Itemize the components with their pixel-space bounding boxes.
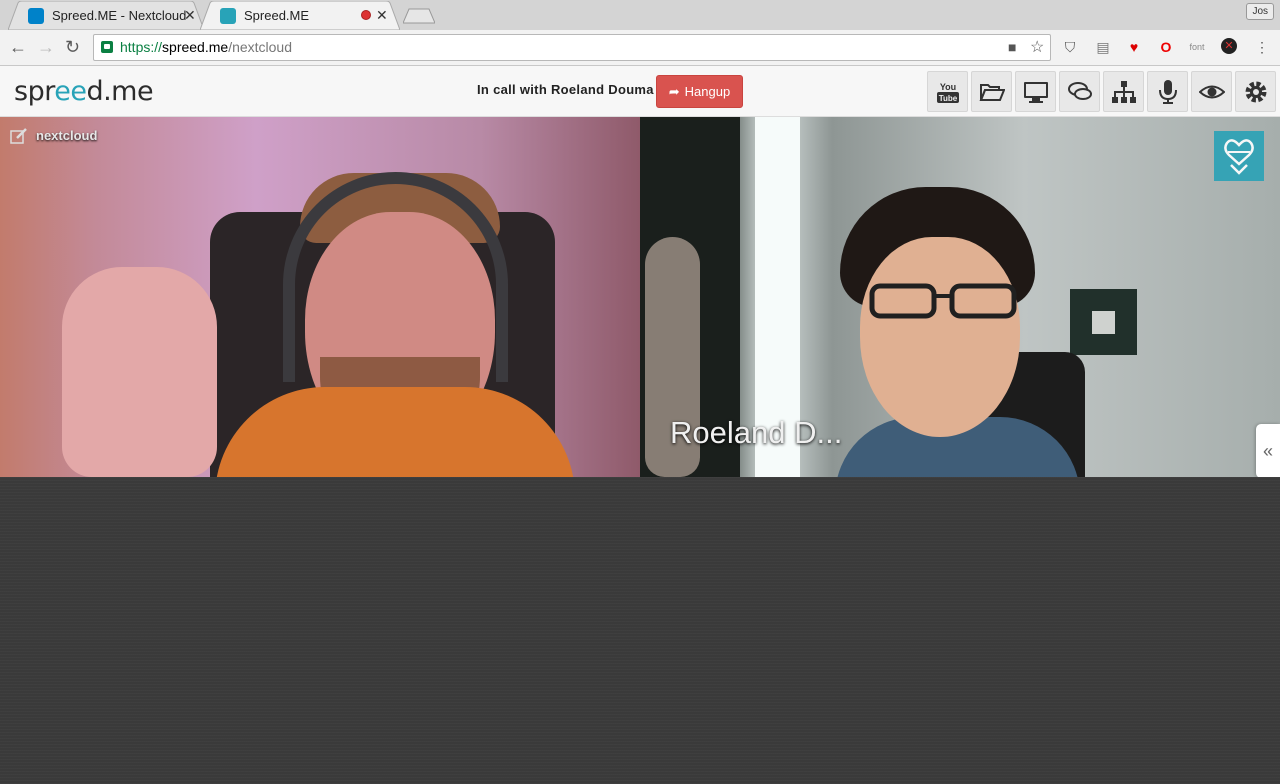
network-icon [1111,80,1136,103]
spreedme-logo[interactable]: spreed.me [14,76,154,107]
microphone-icon [1158,79,1177,104]
heart-icon[interactable]: ♥ [1125,38,1143,56]
tab-spreedme[interactable]: Spreed.ME ✕ [200,1,400,30]
url-scheme: https:// [120,39,163,55]
reload-icon[interactable]: ↻ [65,38,80,56]
new-tab-button[interactable] [403,8,435,24]
recording-indicator-icon [361,10,371,20]
tab-nextcloud[interactable]: Spreed.ME - Nextcloud ✕ [8,1,204,30]
video-shape [283,172,508,382]
local-video[interactable]: nextcloud [0,117,640,477]
chat-button[interactable] [1059,71,1100,112]
browser-tab-strip: Spreed.ME - Nextcloud ✕ Spreed.ME ✕ Jos [0,0,1280,30]
printer-icon[interactable]: ▤ [1094,38,1112,56]
close-tab-icon[interactable]: ✕ [376,7,388,24]
opera-icon[interactable]: O [1157,38,1175,56]
video-shape [860,237,1020,437]
camera-icon[interactable]: ■ [1008,35,1016,60]
address-bar[interactable]: https://spreed.me/nextcloud ■ ☆ [93,34,1051,61]
video-shape [1070,289,1137,355]
screenshare-icon [1023,81,1048,103]
youtube-icon: You Tube [936,82,959,103]
url-path: /nextcloud [228,39,293,55]
camera-toggle-button[interactable] [1191,71,1232,112]
url-text: https://spreed.me/nextcloud [120,35,292,60]
files-button[interactable] [971,71,1012,112]
forward-icon[interactable]: → [37,38,55,56]
settings-button[interactable] [1235,71,1276,112]
folder-icon [979,83,1005,101]
local-video-label: nextcloud [36,128,98,143]
video-shape [869,283,1017,319]
back-icon[interactable]: ← [9,38,27,56]
svg-text:You: You [939,82,955,92]
empty-stage-background [0,477,1280,784]
tab-title: Spreed.ME [244,8,310,23]
hangup-icon: ➦ [668,83,680,99]
spreedme-watermark-icon [1214,131,1264,181]
spreedme-favicon-icon [220,7,236,24]
pocket-icon[interactable]: ⛉ [1061,38,1079,56]
youtube-button[interactable]: You Tube [927,71,968,112]
menu-icon[interactable]: ⋮ [1253,38,1271,56]
app-header: spreed.me In call with Roeland Douma ➦ H… [0,66,1280,117]
edit-name-icon[interactable] [10,128,28,144]
nextcloud-favicon-icon [28,7,44,24]
tab-title: Spreed.ME - Nextcloud [52,8,187,23]
url-host: spreed.me [162,39,229,55]
lock-icon [101,41,113,53]
chat-icon [1067,81,1092,100]
logo-part: ee [54,76,87,107]
remote-video-label: Roeland D... [670,415,843,450]
svg-text:Tube: Tube [938,94,957,103]
font-icon[interactable]: font [1188,38,1206,56]
eye-icon [1198,85,1225,98]
call-status: In call with Roeland Douma [477,82,654,97]
sidebar-toggle-button[interactable]: « [1256,424,1280,478]
network-button[interactable] [1103,71,1144,112]
browser-toolbar: ← → ↻ https://spreed.me/nextcloud ■ ☆ ⛉ … [0,30,1280,66]
video-shape [62,267,217,477]
block-icon[interactable]: ✕ [1221,38,1237,54]
screenshare-button[interactable] [1015,71,1056,112]
microphone-button[interactable] [1147,71,1188,112]
profile-button[interactable]: Jos [1246,3,1274,20]
hangup-label: Hangup [684,84,731,99]
close-tab-icon[interactable]: ✕ [184,7,196,24]
star-icon[interactable]: ☆ [1030,35,1044,60]
settings-icon [1245,81,1266,102]
logo-part: d.me [86,76,154,107]
hangup-button[interactable]: ➦ Hangup [656,75,743,108]
logo-part: spr [14,76,55,107]
remote-video[interactable]: Roeland D... [640,117,1280,477]
